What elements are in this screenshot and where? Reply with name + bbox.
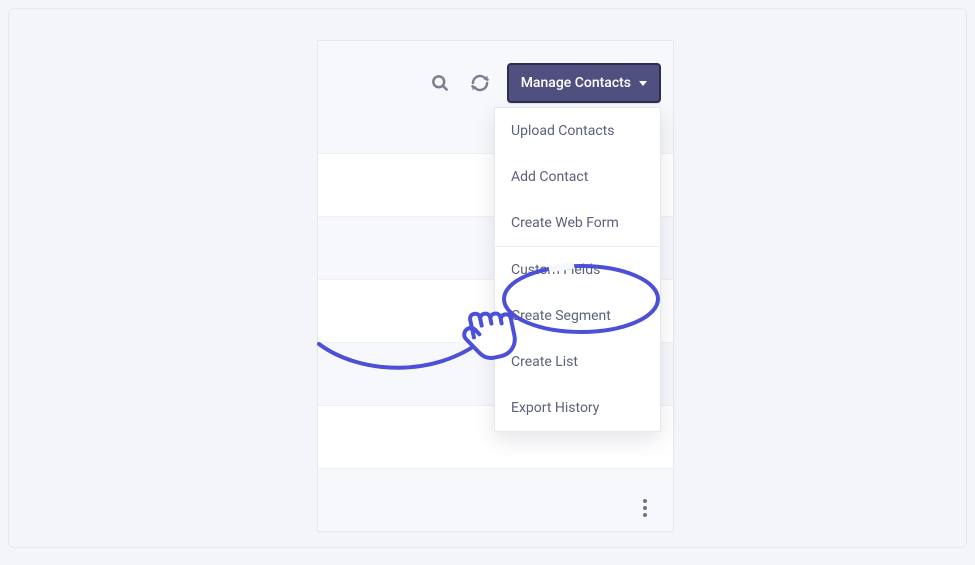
dropdown-item-custom-fields[interactable]: Custom Fields — [495, 247, 660, 293]
search-icon[interactable] — [427, 70, 453, 96]
dropdown-item-upload-contacts[interactable]: Upload Contacts — [495, 108, 660, 154]
table-row — [318, 468, 673, 516]
page-frame: Manage Contacts Upload Contacts Add Cont… — [8, 8, 967, 548]
dropdown-item-add-contact[interactable]: Add Contact — [495, 154, 660, 200]
manage-contacts-dropdown: Upload Contacts Add Contact Create Web F… — [494, 107, 661, 432]
manage-contacts-button[interactable]: Manage Contacts — [507, 63, 661, 103]
dropdown-item-create-web-form[interactable]: Create Web Form — [495, 200, 660, 246]
manage-contacts-label: Manage Contacts — [521, 75, 631, 91]
toolbar: Manage Contacts — [427, 63, 661, 103]
caret-down-icon — [639, 81, 647, 86]
more-options-icon[interactable] — [643, 499, 647, 517]
dropdown-item-create-segment[interactable]: Create Segment — [495, 293, 660, 339]
content-panel: Manage Contacts Upload Contacts Add Cont… — [317, 40, 674, 532]
refresh-icon[interactable] — [467, 70, 493, 96]
dropdown-item-create-list[interactable]: Create List — [495, 339, 660, 385]
dropdown-item-export-history[interactable]: Export History — [495, 385, 660, 431]
